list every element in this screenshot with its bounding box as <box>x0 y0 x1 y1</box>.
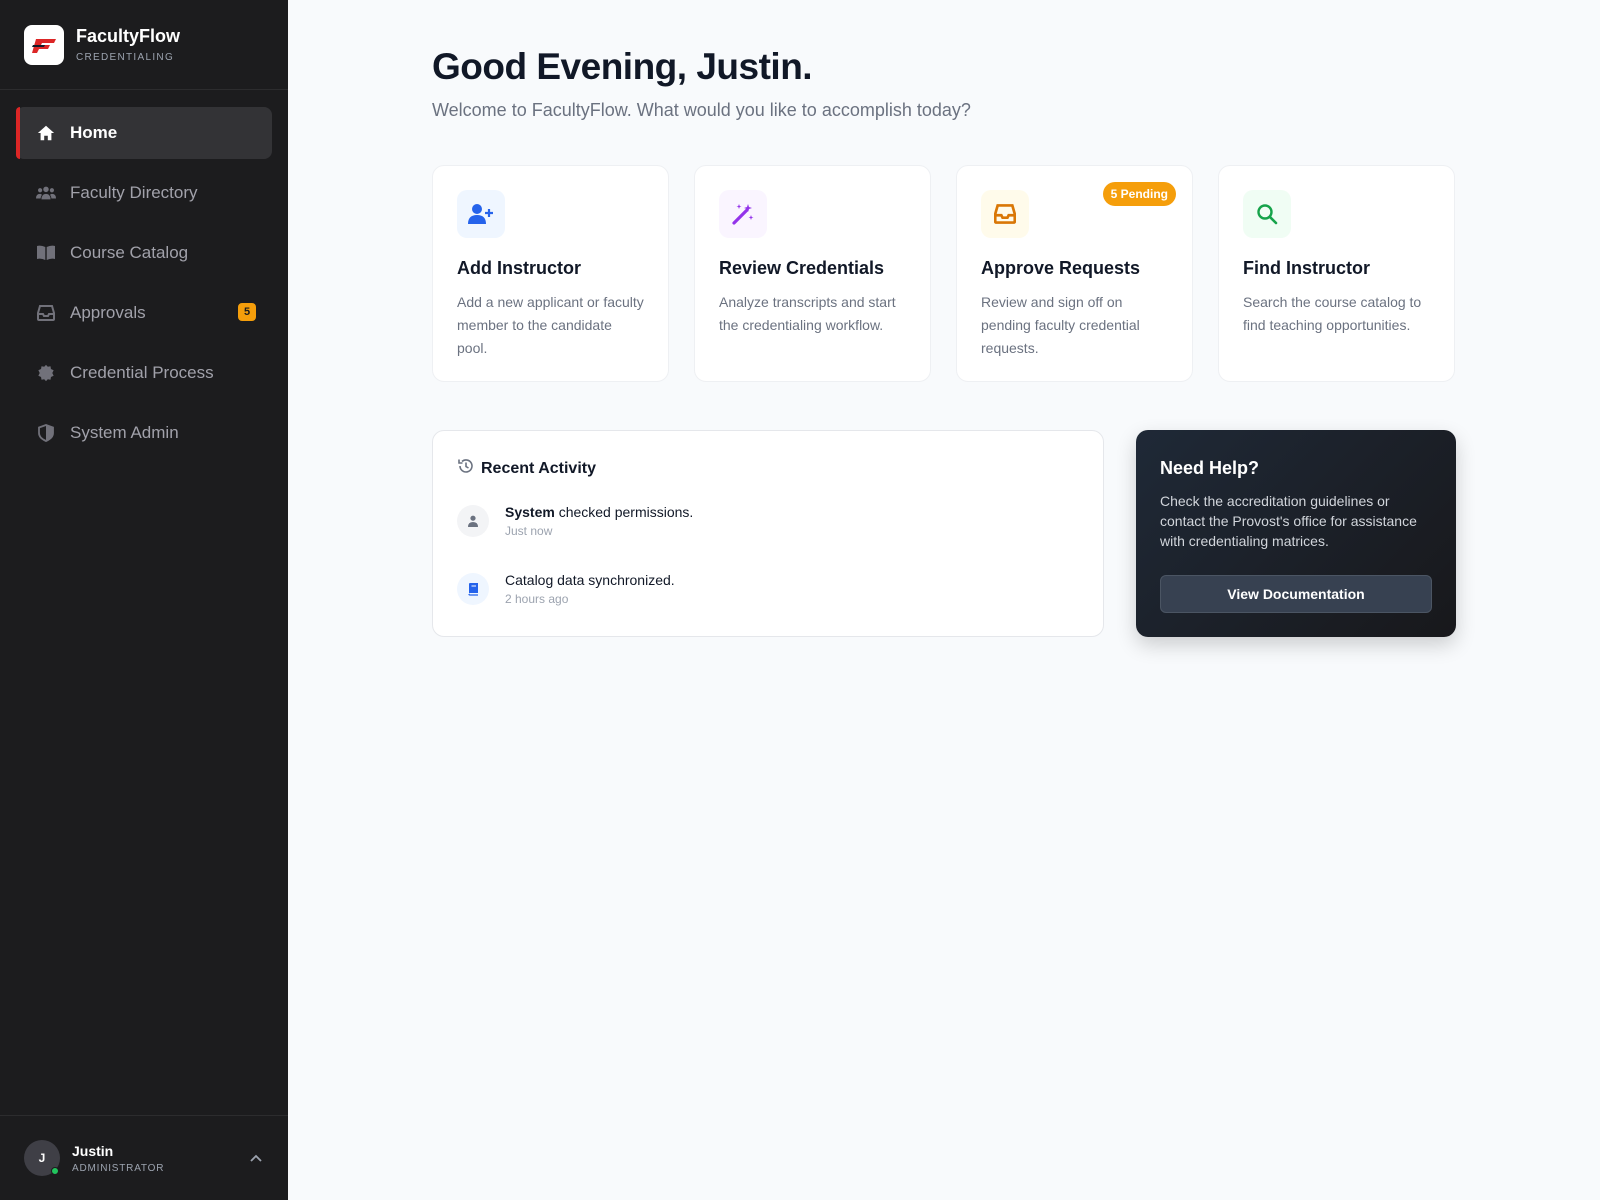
user-icon <box>457 505 489 537</box>
card-description: Review and sign off on pending faculty c… <box>981 294 1140 356</box>
sidebar-item-label: Faculty Directory <box>70 183 198 202</box>
home-icon <box>36 123 56 143</box>
magic-wand-icon <box>719 190 767 238</box>
help-title: Need Help? <box>1160 458 1260 478</box>
sidebar-item-label: Approvals <box>70 303 146 322</box>
find-instructor-card[interactable]: Find Instructor Search the course catalo… <box>1218 165 1455 382</box>
sidebar-item-label: Credential Process <box>70 363 214 382</box>
online-status-dot <box>51 1167 59 1175</box>
recent-activity-panel: Recent Activity System checked permissio… <box>432 430 1104 637</box>
help-text: Check the accreditation guidelines or co… <box>1160 493 1417 549</box>
inbox-icon <box>36 303 56 323</box>
recent-activity-title: Recent Activity <box>481 459 596 477</box>
list-item: System checked permissions. Just now <box>457 504 1079 538</box>
brand-name: FacultyFlow <box>76 26 181 46</box>
sidebar-item-home[interactable]: Home <box>16 107 272 159</box>
approvals-count-badge: 5 <box>238 303 256 321</box>
list-item: Catalog data synchronized. 2 hours ago <box>457 572 1079 606</box>
main-content: Good Evening, Justin. Welcome to Faculty… <box>288 0 1600 1200</box>
card-title: Find Instructor <box>1243 258 1370 278</box>
gear-badge-icon <box>36 363 56 383</box>
card-description: Analyze transcripts and start the creden… <box>719 294 896 333</box>
logo-icon <box>24 24 64 65</box>
view-documentation-button[interactable]: View Documentation <box>1160 575 1432 613</box>
pending-badge: 5 Pending <box>1102 182 1176 206</box>
sidebar-item-credential-process[interactable]: Credential Process <box>16 347 272 399</box>
history-icon <box>457 457 475 480</box>
page-subtitle: Welcome to FacultyFlow. What would you l… <box>432 100 971 120</box>
card-title: Approve Requests <box>981 258 1141 278</box>
add-instructor-card[interactable]: Add Instructor Add a new applicant or fa… <box>432 165 669 382</box>
chevron-up-icon[interactable] <box>248 1150 264 1166</box>
avatar: J <box>24 1140 60 1176</box>
review-credentials-card[interactable]: Review Credentials Analyze transcripts a… <box>694 165 931 382</box>
inbox-icon <box>981 190 1029 238</box>
approve-requests-card[interactable]: 5 Pending Approve Requests Review and si… <box>956 165 1193 382</box>
card-description: Add a new applicant or faculty member to… <box>457 294 644 356</box>
sidebar-item-label: Home <box>70 123 118 142</box>
sidebar-nav: Home Faculty Directory Course Catalog Ap… <box>0 90 288 459</box>
shield-icon <box>36 423 56 443</box>
activity-actor: System <box>505 504 555 520</box>
quick-actions: Add Instructor Add a new applicant or fa… <box>432 165 1455 382</box>
page-title: Good Evening, Justin. <box>432 46 813 87</box>
sidebar-item-course-catalog[interactable]: Course Catalog <box>16 227 272 279</box>
sidebar-item-system-admin[interactable]: System Admin <box>16 407 272 459</box>
user-panel[interactable]: J Justin ADMINISTRATOR <box>0 1115 288 1200</box>
activity-time: 2 hours ago <box>505 592 569 606</box>
activity-text: checked permissions. <box>554 504 694 520</box>
book-icon <box>457 573 489 605</box>
search-icon <box>1243 190 1291 238</box>
user-role: ADMINISTRATOR <box>72 1162 165 1174</box>
sidebar-item-faculty-directory[interactable]: Faculty Directory <box>16 167 272 219</box>
book-open-icon <box>36 243 56 263</box>
sidebar-item-label: System Admin <box>70 423 179 442</box>
users-icon <box>36 183 56 203</box>
sidebar-item-label: Course Catalog <box>70 243 189 262</box>
user-name: Justin <box>72 1142 114 1159</box>
activity-text: Catalog data synchronized. <box>505 572 675 588</box>
brand-subtitle: CREDENTIALING <box>76 52 175 63</box>
help-panel: Need Help? Check the accreditation guide… <box>1136 430 1456 637</box>
card-description: Search the course catalog to find teachi… <box>1243 294 1422 333</box>
card-title: Review Credentials <box>719 258 885 278</box>
sidebar: FacultyFlow CREDENTIALING Home Faculty D… <box>0 0 288 1200</box>
card-title: Add Instructor <box>457 258 581 278</box>
avatar-initial: J <box>38 1151 46 1165</box>
user-plus-icon <box>457 190 505 238</box>
activity-time: Just now <box>505 524 553 538</box>
brand[interactable]: FacultyFlow CREDENTIALING <box>0 0 288 90</box>
sidebar-item-approvals[interactable]: Approvals 5 <box>16 287 272 339</box>
